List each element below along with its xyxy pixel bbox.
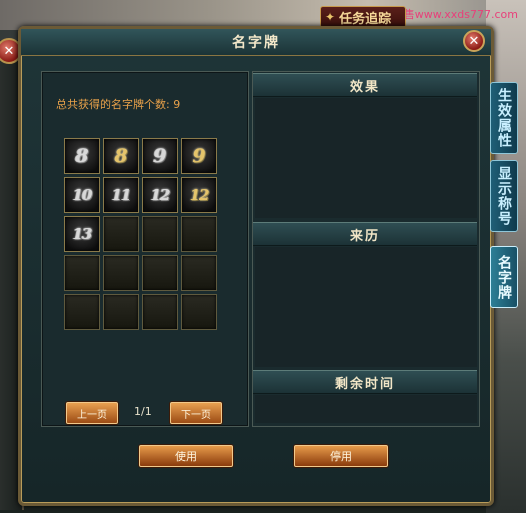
empty-slot[interactable] [142,255,178,291]
nameplate-count: 总共获得的名字牌个数: 9 [56,98,181,111]
nameplate-list-panel: 总共获得的名字牌个数: 9 8 8 9 9 10 11 12 12 13 上一页 1/1 下一页 [41,71,249,427]
side-tab[interactable]: 生效属性 [490,82,518,154]
nameplate-glyph: 9 [153,145,167,167]
effect-header: 效果 [253,73,477,97]
nameplate-glyph: 10 [72,186,93,204]
nameplate-slot[interactable]: 8 [103,138,139,174]
empty-slot[interactable] [181,294,217,330]
close-button[interactable]: ✕ [463,30,485,52]
nameplate-glyph: 8 [75,145,89,167]
nameplate-grid: 8 8 9 9 10 11 12 12 13 [64,138,217,330]
disable-button[interactable]: 停用 [294,445,388,467]
empty-slot[interactable] [181,216,217,252]
window-title: 名字牌 [232,35,280,51]
origin-body [255,247,477,367]
nameplate-slot[interactable]: 9 [142,138,178,174]
origin-header: 来历 [253,222,477,246]
nameplate-detail-panel: 效果 来历 剩余时间 [252,71,480,427]
empty-slot[interactable] [64,255,100,291]
nameplate-slot[interactable]: 8 [64,138,100,174]
side-tab[interactable]: 显示称号 [490,160,518,232]
nameplate-slot[interactable]: 13 [64,216,100,252]
quest-tracker-label: 任务追踪 [339,11,392,27]
nameplate-window: 名字牌 ✕ 总共获得的名字牌个数: 9 8 8 9 9 10 11 12 12 13 上一页 1… [18,26,494,506]
time-body [255,395,477,423]
empty-slot[interactable] [181,255,217,291]
window-titlebar[interactable]: 名字牌 ✕ [21,29,491,56]
game-scene: 小雪代售www.xxds777.com ✦ 任务追踪 ✕ 名字牌 ✕ 总共获得的… [0,0,526,513]
nameplate-glyph: 11 [111,186,132,204]
nameplate-slot[interactable]: 10 [64,177,100,213]
nameplate-slot[interactable]: 9 [181,138,217,174]
close-icon: ✕ [468,33,480,49]
scroll-icon: ✦ [325,10,336,24]
empty-slot[interactable] [103,294,139,330]
nameplate-slot[interactable]: 11 [103,177,139,213]
effect-body [255,98,477,218]
nameplate-glyph: 12 [189,186,210,204]
empty-slot[interactable] [142,216,178,252]
nameplate-slot[interactable]: 12 [142,177,178,213]
prev-page-button[interactable]: 上一页 [66,402,118,424]
use-button[interactable]: 使用 [139,445,233,467]
empty-slot[interactable] [103,216,139,252]
empty-slot[interactable] [103,255,139,291]
quest-tracker-tab[interactable]: ✦ 任务追踪 [320,6,406,28]
time-header: 剩余时间 [253,370,477,394]
next-page-button[interactable]: 下一页 [170,402,222,424]
empty-slot[interactable] [64,294,100,330]
side-tab[interactable]: 名字牌 [490,246,518,308]
nameplate-glyph: 8 [114,145,128,167]
page-indicator: 1/1 [134,405,152,418]
nameplate-glyph: 12 [150,186,171,204]
pager: 上一页 1/1 下一页 [66,402,236,424]
nameplate-glyph: 13 [72,225,93,243]
nameplate-glyph: 9 [192,145,206,167]
empty-slot[interactable] [142,294,178,330]
nameplate-slot[interactable]: 12 [181,177,217,213]
